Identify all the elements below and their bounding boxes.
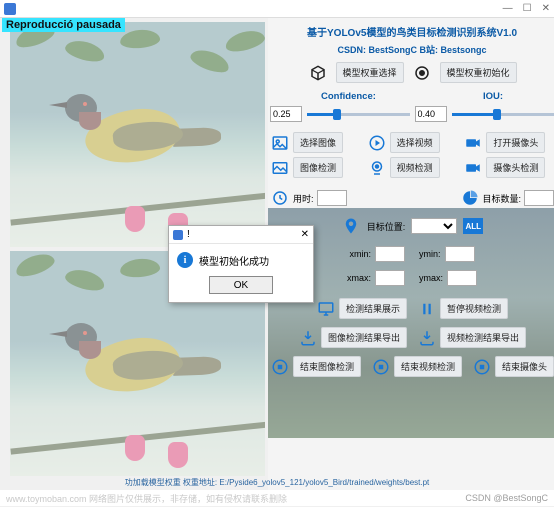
picture-icon (270, 158, 290, 178)
dialog-title: ! (187, 229, 190, 240)
ymin-label: ymin: (419, 249, 441, 259)
image-icon (270, 133, 290, 153)
select-video-button[interactable]: 选择视频 (390, 132, 440, 153)
position-label: 目标位置: (367, 220, 406, 233)
xmax-value (375, 270, 405, 286)
status-footer: 功加载模型权重 权重地址: E:/Pyside6_yolov5_121/yolo… (0, 477, 554, 488)
ymax-value (447, 270, 477, 286)
all-badge[interactable]: ALL (463, 218, 483, 234)
dialog-ok-button[interactable]: OK (209, 276, 273, 294)
close-button[interactable]: ✕ (542, 3, 550, 14)
open-camera-button[interactable]: 打开摄像头 (486, 132, 545, 153)
end-video-button[interactable]: 结束视频检测 (394, 356, 462, 377)
time-value (317, 190, 347, 206)
xmin-label: xmin: (350, 249, 372, 259)
attribution-text: CSDN @BestSongC (465, 493, 548, 503)
location-icon (341, 216, 361, 236)
app-icon (4, 3, 16, 15)
dialog-message: 模型初始化成功 (199, 253, 269, 268)
page-subtitle: CSDN: BestSongC B站: Bestsongc (270, 43, 554, 56)
dialog-icon (173, 230, 183, 240)
stop-icon (270, 357, 290, 377)
end-image-button[interactable]: 结束图像检测 (293, 356, 361, 377)
pause-video-button[interactable]: 暂停视频检测 (440, 298, 508, 319)
select-weights-button[interactable]: 模型权重选择 (336, 62, 404, 83)
image-detect-button[interactable]: 图像检测 (293, 157, 343, 178)
info-dialog: ! ✕ i 模型初始化成功 OK (168, 225, 314, 303)
piechart-icon (460, 188, 480, 208)
show-result-button[interactable]: 检测结果展示 (339, 298, 407, 319)
camera-detect-button[interactable]: 摄像头检测 (486, 157, 545, 178)
xmin-value (375, 246, 405, 262)
count-value (524, 190, 554, 206)
camcorder-icon (463, 158, 483, 178)
confidence-slider[interactable] (307, 107, 410, 121)
ymax-label: ymax: (419, 273, 443, 283)
maximize-button[interactable]: ☐ (523, 3, 532, 14)
export-video-button[interactable]: 视频检测结果导出 (440, 327, 526, 348)
iou-input[interactable] (415, 106, 447, 122)
cube-icon (308, 63, 328, 83)
camera-icon (463, 133, 483, 153)
export-image-button[interactable]: 图像检测结果导出 (321, 327, 407, 348)
iou-label: IOU: (483, 91, 503, 102)
xmax-label: xmax: (347, 273, 371, 283)
preview-top (10, 22, 265, 247)
position-select[interactable] (411, 218, 457, 234)
export-video-icon (417, 328, 437, 348)
play-icon (367, 133, 387, 153)
count-label: 目标数量: (483, 192, 522, 205)
end-camera-button[interactable]: 结束摄像头 (495, 356, 554, 377)
pause-icon (417, 299, 437, 319)
clock-icon (270, 188, 290, 208)
ymin-value (445, 246, 475, 262)
video-detect-button[interactable]: 视频检测 (390, 157, 440, 178)
select-image-button[interactable]: 选择图像 (293, 132, 343, 153)
confidence-input[interactable] (270, 106, 302, 122)
iou-slider[interactable] (452, 107, 554, 121)
minimize-button[interactable]: — (503, 3, 513, 14)
info-icon: i (177, 252, 193, 268)
confidence-label: Confidence: (321, 91, 376, 102)
page-title: 基于YOLOv5模型的鸟类目标检测识别系统V1.0 (270, 24, 554, 39)
webcam-icon (367, 158, 387, 178)
init-weights-button[interactable]: 模型权重初始化 (440, 62, 517, 83)
watermark-text: www.toymoban.com 网络图片仅供展示，非存储，如有侵权请联系删除 (6, 492, 287, 505)
monitor-icon (316, 299, 336, 319)
stop-icon-2 (371, 357, 391, 377)
export-image-icon (298, 328, 318, 348)
window-titlebar: — ☐ ✕ (0, 0, 554, 18)
dialog-close-button[interactable]: ✕ (301, 229, 309, 240)
playback-paused-badge: Reproducció pausada (2, 18, 125, 32)
time-label: 用时: (293, 192, 314, 205)
target-icon (412, 63, 432, 83)
stop-icon-3 (472, 357, 492, 377)
